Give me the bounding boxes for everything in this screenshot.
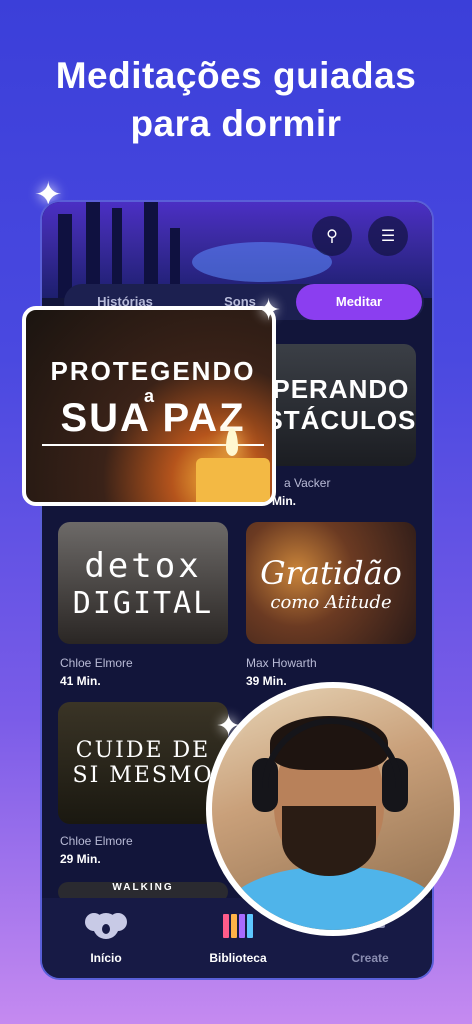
filter-button[interactable]: ☰	[368, 216, 408, 256]
nav-inicio[interactable]: Início	[56, 910, 156, 965]
card-title-line-1: detox	[84, 545, 202, 586]
tab-meditar[interactable]: Meditar	[296, 284, 422, 320]
card-duration: 29 Min.	[60, 852, 101, 866]
featured-meditation-card[interactable]: PROTEGENDO a SUA PAZ	[22, 306, 276, 506]
card-duration: 41 Min.	[60, 674, 101, 688]
pond	[192, 242, 332, 282]
card-author: Chloe Elmore	[60, 834, 133, 848]
card-title-line-1: UPERANDO	[252, 374, 410, 404]
koala-icon	[85, 913, 127, 939]
search-icon: ⚲	[326, 228, 338, 245]
search-button[interactable]: ⚲	[312, 216, 352, 256]
meditation-card-detox[interactable]: detox DIGITAL	[58, 522, 228, 644]
headline-line-2: para dormir	[130, 103, 342, 144]
nav-label: Biblioteca	[209, 951, 267, 965]
card-author: Max Howarth	[246, 656, 317, 670]
filter-icon: ☰	[380, 228, 396, 245]
candle	[196, 458, 270, 502]
sparkle-icon: ✦	[256, 294, 282, 327]
card-duration: Min.	[272, 494, 296, 508]
card-title-line-2: SI MESMO	[72, 763, 214, 788]
headline-line-1: Meditações guiadas	[55, 55, 417, 96]
card-title-line-2: como Atitude	[270, 591, 392, 613]
nav-label: Create	[351, 951, 389, 965]
card-author: Chloe Elmore	[60, 656, 133, 670]
meditation-card-cuide[interactable]: CUIDE DE SI MESMO	[58, 702, 228, 824]
card-duration: 39 Min.	[246, 674, 287, 688]
card-title-partial: WALKING	[112, 882, 174, 893]
headline: Meditações guiadas para dormir	[0, 52, 472, 148]
card-title-line-2: DIGITAL	[72, 585, 214, 621]
featured-title-top: PROTEGENDO	[50, 356, 256, 386]
card-title-line-1: CUIDE DE	[75, 738, 211, 763]
sparkle-icon: ✦	[216, 710, 242, 743]
nav-label: Início	[90, 951, 122, 965]
card-author: a Vacker	[284, 476, 331, 490]
card-title-line-1: Gratidão	[260, 553, 402, 592]
meditation-card-gratidao[interactable]: Gratidão como Atitude	[246, 522, 416, 644]
narrator-avatar	[206, 682, 460, 936]
